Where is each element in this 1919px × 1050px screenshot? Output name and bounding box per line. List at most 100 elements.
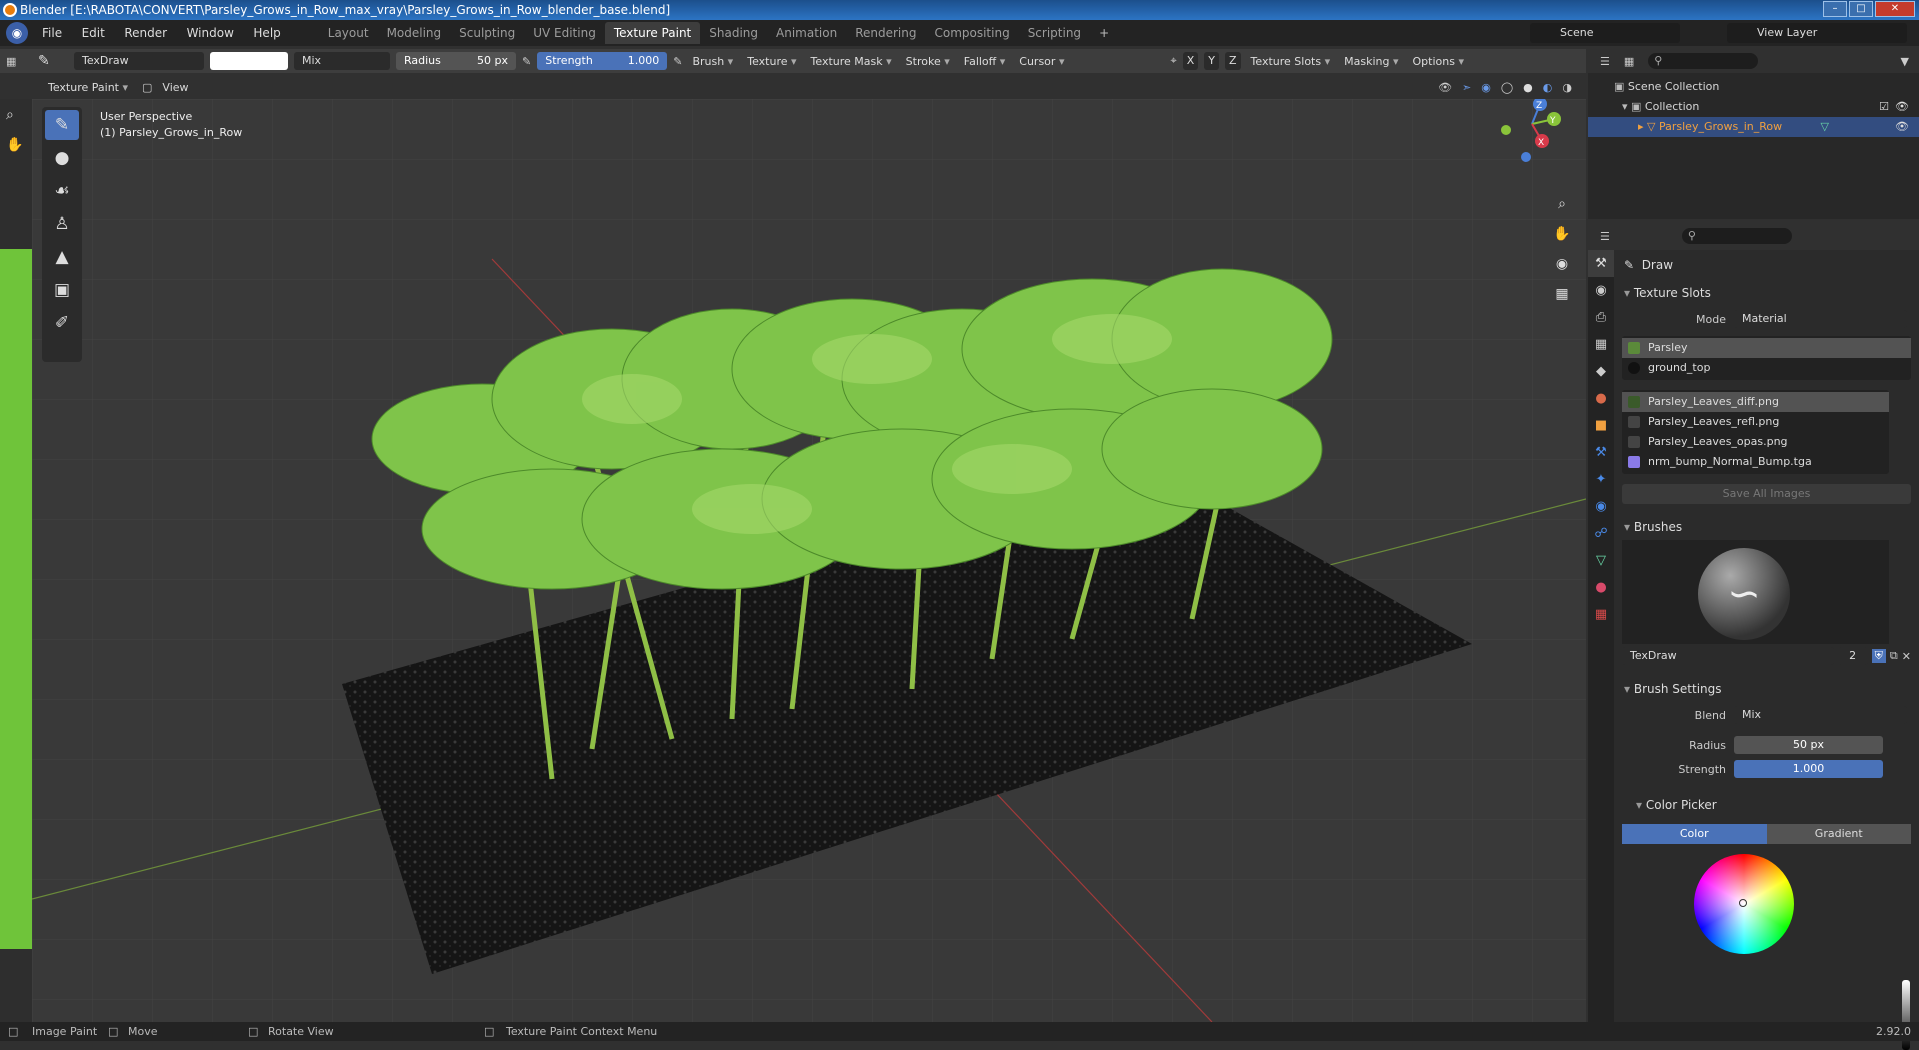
falloff-menu[interactable]: Falloff	[960, 55, 1010, 68]
brush-name-field[interactable]: TexDraw	[74, 52, 204, 70]
hand-icon[interactable]: ✋	[6, 137, 23, 153]
tab-layout[interactable]: Layout	[319, 22, 378, 44]
symmetry-icon[interactable]: ⌖	[1170, 54, 1176, 68]
tab-animation[interactable]: Animation	[767, 22, 846, 44]
visibility-icon[interactable]: 👁	[1438, 81, 1452, 94]
tab-sculpting[interactable]: Sculpting	[450, 22, 524, 44]
pressure-icon[interactable]: ✎	[522, 55, 531, 68]
scene-collection-row[interactable]: ▣ Scene Collection	[1588, 77, 1919, 97]
world-tab-icon[interactable]: ●	[1588, 385, 1614, 412]
material-slot-item[interactable]: Parsley	[1622, 338, 1911, 358]
object-row[interactable]: ▸ ▽ Parsley_Grows_in_Row ▽ 👁	[1588, 117, 1919, 137]
stroke-menu[interactable]: Stroke	[902, 55, 954, 68]
view-layer-tab-icon[interactable]: ▦	[1588, 331, 1614, 358]
mode-toggle-icon[interactable]: ▢	[142, 81, 152, 94]
texture-slots-menu[interactable]: Texture Slots	[1247, 55, 1335, 68]
rendered-shading-icon[interactable]: ◑	[1562, 81, 1572, 94]
gizmo-toggle-icon[interactable]: ➣	[1462, 81, 1471, 94]
brush-preview-area[interactable]: ∽	[1622, 540, 1889, 644]
annotate-tool-icon[interactable]: ✐	[45, 308, 79, 338]
minimize-button[interactable]: –	[1823, 1, 1847, 17]
gradient-tab[interactable]: Gradient	[1766, 824, 1911, 844]
save-all-images-button[interactable]: Save All Images	[1622, 484, 1911, 504]
maximize-button[interactable]: □	[1849, 1, 1873, 17]
options-menu[interactable]: Options	[1409, 55, 1468, 68]
color-wheel[interactable]	[1694, 854, 1794, 954]
smear-tool-icon[interactable]: ☙	[45, 176, 79, 206]
soften-tool-icon[interactable]: ●	[45, 143, 79, 173]
wireframe-shading-icon[interactable]: ◯	[1501, 81, 1513, 94]
brush-strength-slider[interactable]: 1.000	[1734, 760, 1883, 778]
radius-slider[interactable]: Radius 50 px	[396, 52, 516, 70]
fake-user-icon[interactable]: ⛨	[1871, 649, 1886, 663]
editor-type-icon[interactable]: ▦	[6, 55, 32, 68]
brush-users-count[interactable]: 2	[1837, 647, 1868, 665]
display-mode-icon[interactable]: ▦	[1624, 55, 1634, 68]
filter-icon[interactable]: ▼	[1901, 55, 1909, 68]
tab-shading[interactable]: Shading	[700, 22, 767, 44]
unlink-brush-icon[interactable]: ✕	[1902, 650, 1911, 663]
tab-scripting[interactable]: Scripting	[1019, 22, 1090, 44]
object-visibility-icon[interactable]: 👁	[1895, 117, 1909, 137]
outliner-search-input[interactable]: ⚲	[1648, 53, 1759, 69]
clone-tool-icon[interactable]: ♙	[45, 209, 79, 239]
tab-modeling[interactable]: Modeling	[378, 22, 451, 44]
tab-texture-paint[interactable]: Texture Paint	[604, 22, 701, 44]
view-menu[interactable]: View	[162, 81, 188, 94]
collection-checkbox[interactable]: ☑	[1879, 97, 1889, 117]
tab-rendering[interactable]: Rendering	[846, 22, 925, 44]
blender-menu-icon[interactable]: ◉	[6, 22, 28, 44]
mode-dropdown[interactable]: Texture Paint	[44, 81, 132, 94]
camera-view-icon[interactable]: ◉	[1551, 253, 1573, 275]
brush-datablock-name[interactable]: TexDraw	[1622, 647, 1834, 665]
color-wheel-cursor[interactable]	[1739, 899, 1747, 907]
texture-slots-panel-header[interactable]: Texture Slots	[1614, 280, 1919, 306]
menu-file[interactable]: File	[34, 26, 70, 40]
axis-y-toggle[interactable]: Y	[1204, 52, 1219, 70]
collection-row[interactable]: ▾ ▣ Collection ☑ 👁	[1588, 97, 1919, 117]
render-tab-icon[interactable]: ◉	[1588, 277, 1614, 304]
texture-menu[interactable]: Texture	[743, 55, 800, 68]
brushes-panel-header[interactable]: Brushes	[1614, 514, 1919, 540]
draw-tool-icon[interactable]: ✎	[45, 110, 79, 140]
scene-tab-icon[interactable]: ◆	[1588, 358, 1614, 385]
brush-color-swatch[interactable]	[210, 52, 288, 70]
scene-selector[interactable]: Scene	[1530, 23, 1680, 43]
axis-x-toggle[interactable]: X	[1182, 52, 1199, 70]
ortho-toggle-icon[interactable]: ▦	[1551, 283, 1573, 305]
brush-radius-slider[interactable]: 50 px	[1734, 736, 1883, 754]
fill-tool-icon[interactable]: ▲	[45, 242, 79, 272]
physics-tab-icon[interactable]: ◉	[1588, 493, 1614, 520]
brush-icon[interactable]: ✎	[38, 53, 68, 69]
object-tab-icon[interactable]: ■	[1588, 412, 1614, 439]
strength-pressure-icon[interactable]: ✎	[673, 55, 682, 68]
close-button[interactable]: ✕	[1875, 1, 1915, 17]
uv-editor-strip[interactable]: ⌕ ✋	[0, 99, 32, 1022]
menu-window[interactable]: Window	[179, 26, 242, 40]
constraints-tab-icon[interactable]: ☍	[1588, 520, 1614, 547]
solid-shading-icon[interactable]: ●	[1523, 81, 1533, 94]
particles-tab-icon[interactable]: ✦	[1588, 466, 1614, 493]
menu-help[interactable]: Help	[245, 26, 288, 40]
material-shading-icon[interactable]: ◐	[1543, 81, 1553, 94]
view-layer-selector[interactable]: View Layer	[1727, 23, 1907, 43]
duplicate-brush-icon[interactable]: ⧉	[1890, 649, 1898, 663]
blend-dropdown[interactable]: Mix	[1734, 706, 1907, 724]
material-tab-icon[interactable]: ●	[1588, 574, 1614, 601]
material-slot-item[interactable]: ground_top	[1622, 358, 1911, 378]
zoom-icon[interactable]: ⌕	[6, 107, 14, 123]
outliner-editor-icon[interactable]: ☰	[1600, 55, 1610, 68]
overlay-toggle-icon[interactable]: ◉	[1481, 81, 1491, 94]
brush-menu[interactable]: Brush	[688, 55, 737, 68]
3d-viewport[interactable]: Z Y X	[32, 99, 1586, 1022]
output-tab-icon[interactable]: ⎙	[1588, 304, 1614, 331]
menu-render[interactable]: Render	[116, 26, 175, 40]
collection-visibility-icon[interactable]: 👁	[1895, 97, 1909, 117]
mask-tool-icon[interactable]: ▣	[45, 275, 79, 305]
brush-settings-panel-header[interactable]: Brush Settings	[1614, 676, 1919, 702]
add-workspace-button[interactable]: +	[1090, 22, 1118, 44]
tab-compositing[interactable]: Compositing	[925, 22, 1018, 44]
modifier-tab-icon[interactable]: ⚒	[1588, 439, 1614, 466]
strength-slider[interactable]: Strength 1.000	[537, 52, 668, 70]
tool-tab-icon[interactable]: ⚒	[1588, 250, 1614, 277]
